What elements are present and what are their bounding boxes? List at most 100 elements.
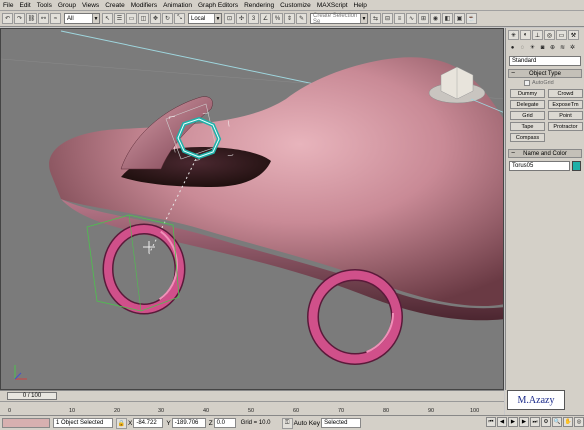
hierarchy-tab-icon[interactable]: ⊥ xyxy=(532,30,543,40)
systems-icon[interactable]: ✲ xyxy=(568,43,577,52)
tape-button[interactable]: Tape xyxy=(510,122,545,131)
orbit-icon[interactable]: ◎ xyxy=(574,417,584,427)
select-by-name-icon[interactable]: ☰ xyxy=(114,13,125,24)
render-frame-icon[interactable]: ▣ xyxy=(454,13,465,24)
maxscript-listener-field[interactable] xyxy=(2,418,50,428)
motion-tab-icon[interactable]: ◎ xyxy=(544,30,555,40)
pivot-gizmo[interactable] xyxy=(143,241,155,253)
shapes-icon[interactable]: ◌ xyxy=(518,43,527,52)
previous-frame-icon[interactable]: ◀ xyxy=(497,417,507,427)
helpers-icon[interactable]: ⊕ xyxy=(548,43,557,52)
point-button[interactable]: Point xyxy=(548,111,583,120)
rotate-icon[interactable]: ↻ xyxy=(162,13,173,24)
lock-selection-icon[interactable]: 🔒 xyxy=(116,417,127,429)
menu-file[interactable]: File xyxy=(3,2,13,9)
lights-icon[interactable]: ☀ xyxy=(528,43,537,52)
menu-edit[interactable]: Edit xyxy=(19,2,30,9)
autogrid-checkbox[interactable]: AutoGrid xyxy=(524,80,584,86)
grid-button[interactable]: Grid xyxy=(510,111,545,120)
object-type-title: Object Type xyxy=(529,70,561,77)
next-frame-icon[interactable]: ▶ xyxy=(519,417,529,427)
menu-rendering[interactable]: Rendering xyxy=(244,2,274,9)
menu-help[interactable]: Help xyxy=(354,2,367,9)
checkbox-icon xyxy=(524,80,530,86)
bind-spacewarp-icon[interactable]: ≈ xyxy=(50,13,61,24)
front-wheel[interactable] xyxy=(102,223,186,315)
selection-filter-select[interactable]: All ▼ xyxy=(64,13,100,24)
create-tab-icon[interactable]: ✳ xyxy=(508,30,519,40)
menu-create[interactable]: Create xyxy=(105,2,125,9)
reference-coord-select[interactable]: Local ▼ xyxy=(188,13,222,24)
dummy-button[interactable]: Dummy xyxy=(510,89,545,98)
object-color-swatch[interactable] xyxy=(572,161,581,171)
move-icon[interactable]: ✥ xyxy=(150,13,161,24)
select-object-icon[interactable]: ↖ xyxy=(102,13,113,24)
menu-tools[interactable]: Tools xyxy=(37,2,52,9)
layer-manager-icon[interactable]: ≡ xyxy=(394,13,405,24)
go-to-end-icon[interactable]: ⏭ xyxy=(530,417,540,427)
tick-label: 0 xyxy=(8,408,12,414)
menu-customize[interactable]: Customize xyxy=(280,2,311,9)
menu-group[interactable]: Group xyxy=(58,2,76,9)
material-editor-icon[interactable]: ◉ xyxy=(430,13,441,24)
mirror-icon[interactable]: ⇆ xyxy=(370,13,381,24)
menu-graph-editors[interactable]: Graph Editors xyxy=(198,2,238,9)
object-type-rollout[interactable]: − Object Type xyxy=(508,69,582,78)
display-tab-icon[interactable]: ▭ xyxy=(556,30,567,40)
z-coord-field[interactable]: 0.0 xyxy=(213,418,236,428)
name-color-rollout[interactable]: − Name and Color xyxy=(508,149,582,158)
collapse-icon: − xyxy=(511,70,516,77)
time-config-icon[interactable]: ⚙ xyxy=(541,417,551,427)
menu-maxscript[interactable]: MAXScript xyxy=(317,2,348,9)
angle-snap-icon[interactable]: ∠ xyxy=(260,13,271,24)
key-icon[interactable]: ⚿ xyxy=(281,417,293,429)
menu-animation[interactable]: Animation xyxy=(163,2,192,9)
exposetm-button[interactable]: ExposeTm xyxy=(548,100,583,109)
schematic-view-icon[interactable]: ⊞ xyxy=(418,13,429,24)
pivot-center-icon[interactable]: ⊡ xyxy=(224,13,235,24)
x-coord-field[interactable]: -84.722 xyxy=(133,418,164,428)
category-dropdown[interactable]: Standard xyxy=(509,56,581,66)
geometry-icon[interactable]: ● xyxy=(508,43,517,52)
render-setup-icon[interactable]: ◧ xyxy=(442,13,453,24)
utilities-tab-icon[interactable]: ⚒ xyxy=(568,30,579,40)
curve-editor-icon[interactable]: ∿ xyxy=(406,13,417,24)
crowd-button[interactable]: Crowd xyxy=(548,89,583,98)
named-selection-input[interactable]: Create Selection Se ▼ xyxy=(310,13,368,25)
redo-icon[interactable]: ↷ xyxy=(14,13,25,24)
compass-button[interactable]: Compass xyxy=(510,133,545,142)
track-bar[interactable]: 0 10 20 30 40 50 60 70 80 90 100 xyxy=(0,401,504,415)
link-icon[interactable]: ⛓ xyxy=(26,13,37,24)
y-coord-field[interactable]: -189.706 xyxy=(171,418,206,428)
edit-named-selection-icon[interactable]: ✎ xyxy=(296,13,307,24)
select-manipulate-icon[interactable]: ✣ xyxy=(236,13,247,24)
delegate-button[interactable]: Delegate xyxy=(510,100,545,109)
object-name-field[interactable]: Torus05 xyxy=(509,161,571,171)
menu-modifiers[interactable]: Modifiers xyxy=(131,2,157,9)
align-icon[interactable]: ⊟ xyxy=(382,13,393,24)
undo-icon[interactable]: ↶ xyxy=(2,13,13,24)
modify-tab-icon[interactable]: ◐ xyxy=(520,30,531,40)
perspective-viewport[interactable] xyxy=(0,28,504,390)
scene-render xyxy=(1,30,503,380)
protractor-button[interactable]: Protractor xyxy=(548,122,583,131)
menu-views[interactable]: Views xyxy=(82,2,99,9)
quick-render-icon[interactable]: ☕ xyxy=(466,13,477,24)
rect-selection-icon[interactable]: ▭ xyxy=(126,13,137,24)
percent-snap-icon[interactable]: % xyxy=(272,13,283,24)
snap-3d-icon[interactable]: 3 xyxy=(248,13,259,24)
time-slider-bar: 0 / 100 xyxy=(0,390,504,401)
pan-icon[interactable]: ✋ xyxy=(563,417,573,427)
play-icon[interactable]: ▶ xyxy=(508,417,518,427)
scale-icon[interactable]: ⤡ xyxy=(174,13,185,24)
auto-key-button[interactable]: Auto Key xyxy=(294,420,320,427)
spinner-snap-icon[interactable]: ⇕ xyxy=(284,13,295,24)
spacewarps-icon[interactable]: ≋ xyxy=(558,43,567,52)
unlink-icon[interactable]: ⚯ xyxy=(38,13,49,24)
cameras-icon[interactable]: ◙ xyxy=(538,43,547,52)
time-slider[interactable]: 0 / 100 xyxy=(7,392,57,400)
window-crossing-icon[interactable]: ◫ xyxy=(138,13,149,24)
zoom-icon[interactable]: 🔍 xyxy=(552,417,562,427)
key-mode-select[interactable]: Selected xyxy=(321,418,362,428)
go-to-start-icon[interactable]: ⏮ xyxy=(486,417,496,427)
